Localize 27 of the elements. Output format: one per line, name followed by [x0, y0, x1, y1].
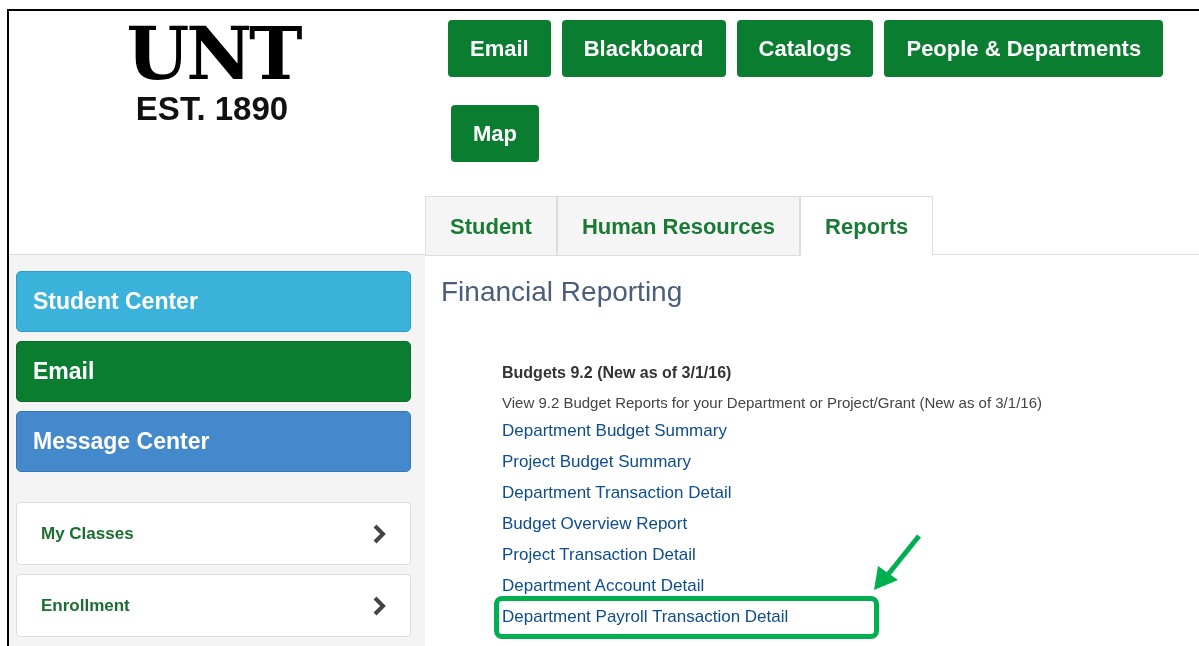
quick-link-button[interactable]: Blackboard	[561, 20, 726, 77]
page-title: Financial Reporting	[441, 275, 684, 309]
report-link[interactable]: Budget Overview Report	[502, 508, 688, 539]
tab[interactable]: Human Resources	[556, 196, 801, 256]
report-link[interactable]: Project Budget Summary	[502, 446, 691, 477]
sidebar-card[interactable]: My Classes	[16, 502, 411, 565]
report-link[interactable]: Department Budget Summary	[502, 415, 727, 446]
report-link[interactable]: Project Transaction Detail	[502, 539, 696, 570]
report-link[interactable]: Department Payroll Transaction Detail	[502, 601, 789, 632]
quick-link-button[interactable]: Map	[451, 105, 539, 162]
logo-tagline: EST. 1890	[135, 91, 289, 127]
chevron-right-icon	[372, 523, 386, 544]
sidebar-tile[interactable]: Message Center	[16, 411, 411, 472]
sidebar-tile[interactable]: Email	[16, 341, 411, 402]
report-link[interactable]: Department Account Detail	[502, 570, 705, 601]
quick-link-button[interactable]: Email	[448, 20, 551, 77]
tab[interactable]: Student	[425, 196, 557, 256]
section-description: View 9.2 Budget Reports for your Department or Project/Grant (New as of 3/1/16)	[502, 393, 1042, 413]
report-link[interactable]: Department Transaction Detail	[502, 477, 732, 508]
tab[interactable]: Reports	[800, 196, 934, 256]
chevron-right-icon	[372, 595, 386, 616]
arrow-icon	[872, 533, 924, 593]
logo-wordmark: UNT	[126, 17, 300, 91]
quick-link-button[interactable]: Catalogs	[736, 20, 874, 77]
quick-link-button[interactable]: People & Departments	[884, 20, 1164, 77]
sidebar-card[interactable]: Enrollment	[16, 574, 411, 637]
section-heading: Budgets 9.2 (New as of 3/1/16)	[502, 363, 732, 383]
